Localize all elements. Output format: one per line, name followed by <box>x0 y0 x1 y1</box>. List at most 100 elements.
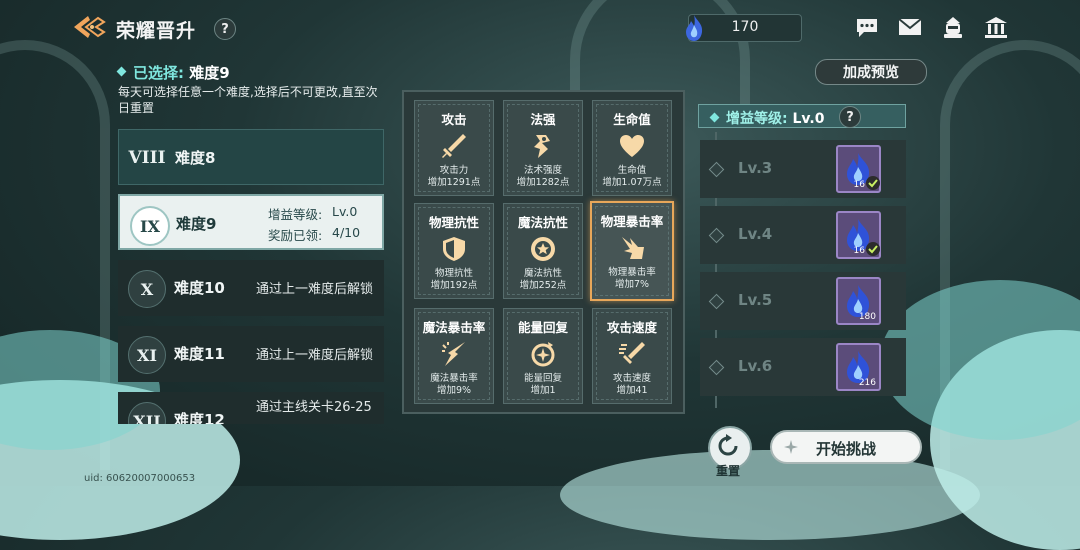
chat-icon[interactable] <box>854 14 880 40</box>
roman-numeral-badge: IX <box>130 206 170 246</box>
diamond-icon <box>116 66 127 77</box>
stat-cell-physical-resistance[interactable]: 物理抗性 物理抗性 增加192点 <box>414 203 494 299</box>
stat-name: 攻击 <box>441 112 467 127</box>
reward-item[interactable]: 216 <box>836 343 881 391</box>
level-label: Lv.5 <box>738 291 773 309</box>
difficulty-item-8[interactable]: VIII 难度8 <box>118 129 384 185</box>
shield-icon <box>443 237 465 261</box>
stat-name: 物理抗性 <box>428 215 479 230</box>
difficulty-name: 难度9 <box>176 215 217 233</box>
roman-numeral-badge: XI <box>128 336 166 374</box>
reward-count: 180 <box>858 312 876 322</box>
magic-power-icon <box>534 135 550 158</box>
buff-level-row[interactable]: Lv.3 16 <box>700 140 906 198</box>
reward-count: 16 <box>853 180 865 190</box>
stat-name: 生命值 <box>613 112 651 127</box>
stat-description: 物理抗性 增加192点 <box>415 268 493 292</box>
stat-bonus-grid: 攻击 攻击力 增加1291点 法强 法术强度 增加1282点 生命值 生命值 增… <box>402 90 685 414</box>
energy-regen-icon <box>531 342 555 367</box>
selection-description: 每天可选择任意一个难度,选择后不可更改,直至次日重置 <box>118 85 378 115</box>
unlock-note: 通过上一难度后解锁 <box>256 348 374 363</box>
bank-icon[interactable] <box>983 14 1009 40</box>
stat-cell-hp[interactable]: 生命值 生命值 增加1.07万点 <box>592 100 672 196</box>
reward-count: 16 <box>853 246 865 256</box>
stat-cell-physical-crit[interactable]: 物理暴击率 物理暴击率 增加7% <box>590 201 674 301</box>
roman-numeral-badge: X <box>128 270 166 308</box>
heart-icon <box>620 135 644 157</box>
physical-crit-icon <box>622 237 644 259</box>
stat-desc-line: 生命值 <box>617 165 647 176</box>
difficulty-item-12[interactable]: XII 难度12 通过主线关卡26-25 <box>118 392 384 424</box>
mail-icon[interactable] <box>897 14 923 40</box>
stat-desc-line: 攻击力 <box>439 165 469 176</box>
stat-name: 能量回复 <box>517 320 568 335</box>
back-arrow-icon <box>74 16 106 38</box>
help-button[interactable]: ? <box>214 18 236 40</box>
bonus-preview-button[interactable]: 加成预览 <box>815 59 927 85</box>
stat-description: 能量回复 增加1 <box>504 373 582 397</box>
magic-shield-icon <box>531 237 555 261</box>
level-node <box>708 293 725 310</box>
stat-desc-line: 法术强度 <box>523 165 562 176</box>
stat-desc-line: 物理暴击率 <box>608 267 656 278</box>
stat-desc-value: 增加1282点 <box>516 177 570 188</box>
stat-desc-line: 攻击速度 <box>612 373 651 384</box>
reward-claimed-label: 奖励已领: <box>268 228 323 243</box>
selection-label: 已选择: <box>133 64 190 82</box>
stat-cell-attack[interactable]: 攻击 攻击力 增加1291点 <box>414 100 494 196</box>
reward-item[interactable]: 16 <box>836 145 881 193</box>
stat-desc-line: 魔法抗性 <box>523 268 562 279</box>
level-label: Lv.3 <box>738 159 773 177</box>
reward-item[interactable]: 180 <box>836 277 881 325</box>
buff-level-row[interactable]: Lv.5 180 <box>700 272 906 330</box>
reward-item[interactable]: 16 <box>836 211 881 259</box>
start-challenge-button[interactable]: 开始挑战 <box>770 430 922 464</box>
stat-cell-energy-regen[interactable]: 能量回复 能量回复 增加1 <box>503 308 583 404</box>
level-node <box>708 227 725 244</box>
buff-level-label: 增益等级: <box>268 207 323 222</box>
selection-line: 已选择: 难度9 <box>116 62 230 83</box>
stat-cell-magic-resistance[interactable]: 魔法抗性 魔法抗性 增加252点 <box>503 203 583 299</box>
stat-cell-attack-speed[interactable]: 攻击速度 攻击速度 增加41 <box>592 308 672 404</box>
stat-description: 攻击速度 增加41 <box>593 373 671 397</box>
back-button[interactable] <box>70 12 108 42</box>
difficulty-item-10[interactable]: X 难度10 通过上一难度后解锁 <box>118 260 384 316</box>
buff-help-button[interactable]: ? <box>839 106 861 128</box>
stat-cell-magic-crit[interactable]: 魔法暴击率 魔法暴击率 增加9% <box>414 308 494 404</box>
roman-numeral-badge: XII <box>128 402 166 424</box>
refresh-icon <box>718 434 738 456</box>
top-bar: 荣耀晋升 ? 170 <box>0 0 1080 54</box>
stat-desc-value: 增加7% <box>614 279 650 290</box>
stat-description: 物理暴击率 增加7% <box>592 267 672 291</box>
stat-cell-magic-power[interactable]: 法强 法术强度 增加1282点 <box>503 100 583 196</box>
difficulty-name: 难度10 <box>174 279 225 297</box>
start-challenge-label: 开始挑战 <box>815 440 876 458</box>
stat-desc-value: 增加1.07万点 <box>602 177 662 188</box>
unlock-note: 通过上一难度后解锁 <box>256 282 374 297</box>
stat-desc-value: 增加252点 <box>519 280 567 291</box>
reset-label: 重置 <box>715 464 740 478</box>
magic-crit-icon <box>442 342 465 366</box>
stat-description: 法术强度 增加1282点 <box>504 165 582 189</box>
buff-level-text: 增益等级: Lv.0 <box>709 108 825 128</box>
attack-speed-icon <box>619 342 645 364</box>
buff-level-value: Lv.0 <box>792 111 825 127</box>
buff-level-row[interactable]: Lv.4 16 <box>700 206 906 264</box>
buff-level-row[interactable]: Lv.6 216 <box>700 338 906 396</box>
reward-count: 216 <box>858 378 876 388</box>
difficulty-item-9[interactable]: IX 难度9 增益等级: Lv.0 奖励已领: 4/10 <box>118 194 384 250</box>
stat-desc-value: 增加41 <box>616 385 648 396</box>
check-icon <box>866 242 880 256</box>
stat-desc-line: 能量回复 <box>523 373 562 384</box>
character-icon[interactable] <box>940 14 966 40</box>
buff-level-value: Lv.0 <box>332 204 358 219</box>
difficulty-name: 难度8 <box>175 149 216 167</box>
difficulty-item-11[interactable]: XI 难度11 通过上一难度后解锁 <box>118 326 384 382</box>
currency-value: 170 <box>731 19 759 35</box>
stat-desc-value: 增加192点 <box>430 280 478 291</box>
level-label: Lv.4 <box>738 225 773 243</box>
unlock-note: 通过主线关卡26-25 <box>256 400 372 415</box>
selection-value: 难度9 <box>189 64 230 82</box>
page-title: 荣耀晋升 <box>116 20 197 42</box>
reward-claimed-stat: 奖励已领: 4/10 <box>268 225 360 244</box>
